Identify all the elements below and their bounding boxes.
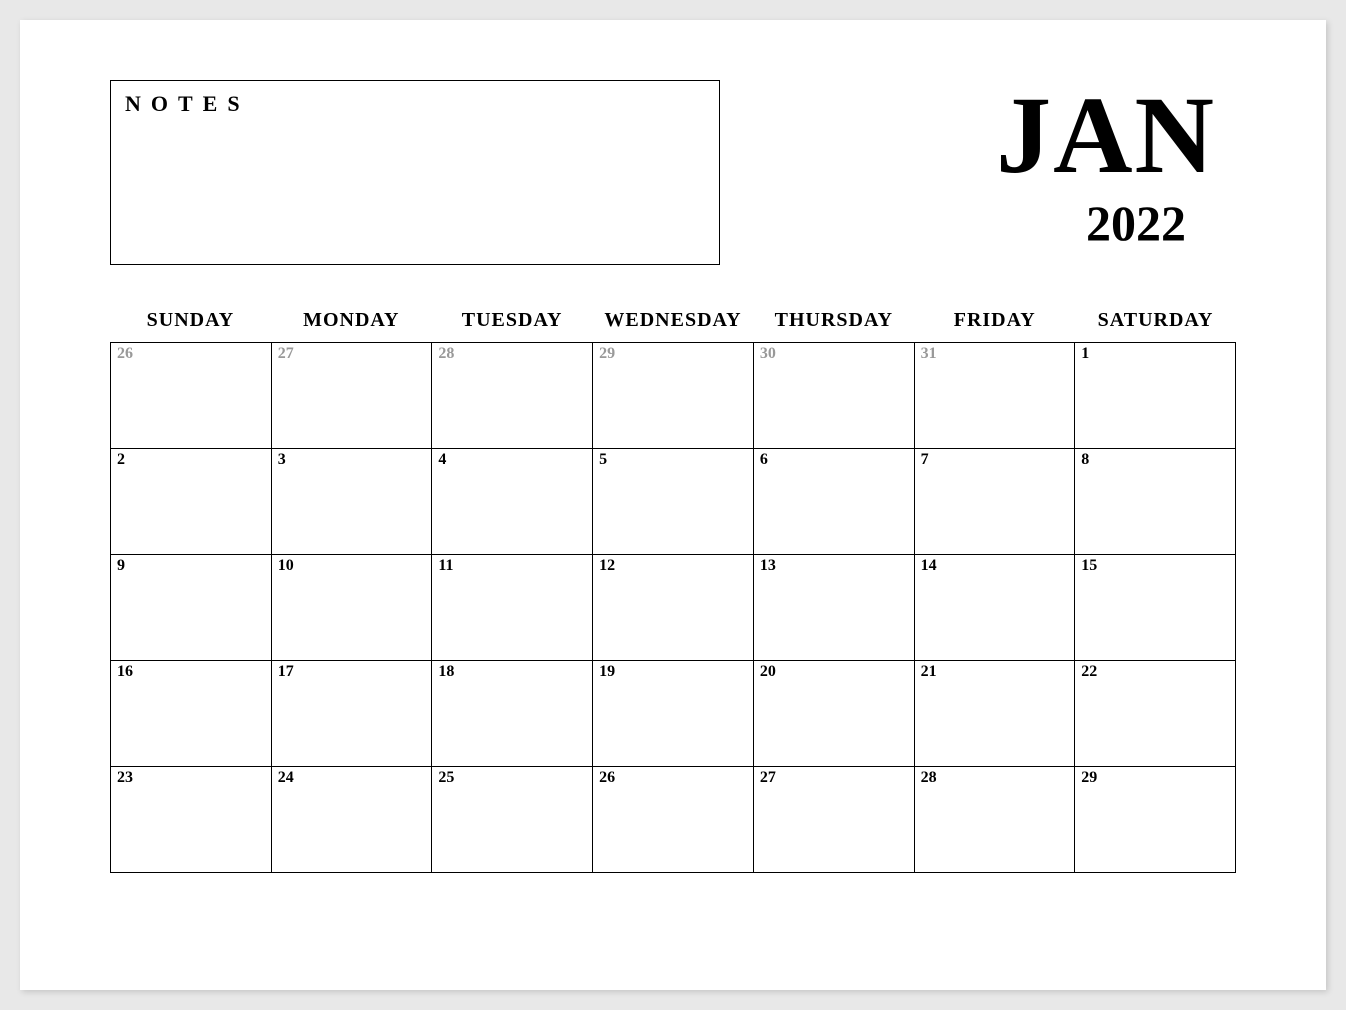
day-cell[interactable]: 23 <box>111 767 272 873</box>
day-cell[interactable]: 27 <box>272 343 433 449</box>
day-number: 30 <box>760 345 908 363</box>
day-number: 26 <box>599 769 747 787</box>
day-cell[interactable]: 22 <box>1075 661 1236 767</box>
year-name: 2022 <box>1086 198 1216 248</box>
day-cell[interactable]: 17 <box>272 661 433 767</box>
calendar: SUNDAY MONDAY TUESDAY WEDNESDAY THURSDAY… <box>70 305 1276 873</box>
day-number: 31 <box>921 345 1069 363</box>
day-cell[interactable]: 14 <box>915 555 1076 661</box>
weekday-friday: FRIDAY <box>914 305 1075 336</box>
day-cell[interactable]: 16 <box>111 661 272 767</box>
day-cell[interactable]: 15 <box>1075 555 1236 661</box>
day-number: 14 <box>921 557 1069 575</box>
day-number: 17 <box>278 663 426 681</box>
day-number: 7 <box>921 451 1069 469</box>
weekday-tuesday: TUESDAY <box>432 305 593 336</box>
day-number: 2 <box>117 451 265 469</box>
day-cell[interactable]: 19 <box>593 661 754 767</box>
notes-label: NOTES <box>125 91 705 117</box>
day-number: 5 <box>599 451 747 469</box>
day-cell[interactable]: 10 <box>272 555 433 661</box>
day-cell[interactable]: 28 <box>915 767 1076 873</box>
day-cell[interactable]: 27 <box>754 767 915 873</box>
day-cell[interactable]: 11 <box>432 555 593 661</box>
day-number: 13 <box>760 557 908 575</box>
day-cell[interactable]: 30 <box>754 343 915 449</box>
day-cell[interactable]: 1 <box>1075 343 1236 449</box>
day-number: 18 <box>438 663 586 681</box>
calendar-grid: 2627282930311234567891011121314151617181… <box>110 342 1236 873</box>
day-cell[interactable]: 29 <box>593 343 754 449</box>
day-cell[interactable]: 26 <box>111 343 272 449</box>
day-cell[interactable]: 29 <box>1075 767 1236 873</box>
notes-box[interactable]: NOTES <box>110 80 720 265</box>
day-number: 24 <box>278 769 426 787</box>
day-cell[interactable]: 28 <box>432 343 593 449</box>
day-number: 8 <box>1081 451 1229 469</box>
month-name: JAN <box>996 80 1216 190</box>
header-row: NOTES JAN 2022 <box>70 80 1276 265</box>
day-number: 19 <box>599 663 747 681</box>
day-cell[interactable]: 20 <box>754 661 915 767</box>
day-cell[interactable]: 6 <box>754 449 915 555</box>
weekday-saturday: SATURDAY <box>1075 305 1236 336</box>
day-number: 27 <box>278 345 426 363</box>
weekday-thursday: THURSDAY <box>753 305 914 336</box>
day-number: 9 <box>117 557 265 575</box>
day-number: 21 <box>921 663 1069 681</box>
weekday-wednesday: WEDNESDAY <box>593 305 754 336</box>
weekday-sunday: SUNDAY <box>110 305 271 336</box>
day-cell[interactable]: 8 <box>1075 449 1236 555</box>
day-cell[interactable]: 5 <box>593 449 754 555</box>
day-cell[interactable]: 24 <box>272 767 433 873</box>
weekday-monday: MONDAY <box>271 305 432 336</box>
day-number: 28 <box>921 769 1069 787</box>
day-cell[interactable]: 9 <box>111 555 272 661</box>
day-cell[interactable]: 25 <box>432 767 593 873</box>
day-number: 20 <box>760 663 908 681</box>
weekday-header-row: SUNDAY MONDAY TUESDAY WEDNESDAY THURSDAY… <box>110 305 1236 336</box>
day-cell[interactable]: 31 <box>915 343 1076 449</box>
day-number: 27 <box>760 769 908 787</box>
calendar-page: NOTES JAN 2022 SUNDAY MONDAY TUESDAY WED… <box>20 20 1326 990</box>
day-number: 28 <box>438 345 586 363</box>
day-cell[interactable]: 26 <box>593 767 754 873</box>
day-number: 29 <box>1081 769 1229 787</box>
day-number: 11 <box>438 557 586 575</box>
day-cell[interactable]: 12 <box>593 555 754 661</box>
day-cell[interactable]: 3 <box>272 449 433 555</box>
day-number: 3 <box>278 451 426 469</box>
day-cell[interactable]: 2 <box>111 449 272 555</box>
day-number: 25 <box>438 769 586 787</box>
day-cell[interactable]: 7 <box>915 449 1076 555</box>
day-number: 15 <box>1081 557 1229 575</box>
day-cell[interactable]: 21 <box>915 661 1076 767</box>
day-number: 6 <box>760 451 908 469</box>
day-cell[interactable]: 4 <box>432 449 593 555</box>
day-number: 4 <box>438 451 586 469</box>
day-number: 26 <box>117 345 265 363</box>
day-cell[interactable]: 18 <box>432 661 593 767</box>
day-number: 29 <box>599 345 747 363</box>
day-number: 16 <box>117 663 265 681</box>
month-year-block: JAN 2022 <box>996 80 1216 248</box>
day-cell[interactable]: 13 <box>754 555 915 661</box>
day-number: 10 <box>278 557 426 575</box>
day-number: 1 <box>1081 345 1229 363</box>
day-number: 23 <box>117 769 265 787</box>
day-number: 22 <box>1081 663 1229 681</box>
day-number: 12 <box>599 557 747 575</box>
